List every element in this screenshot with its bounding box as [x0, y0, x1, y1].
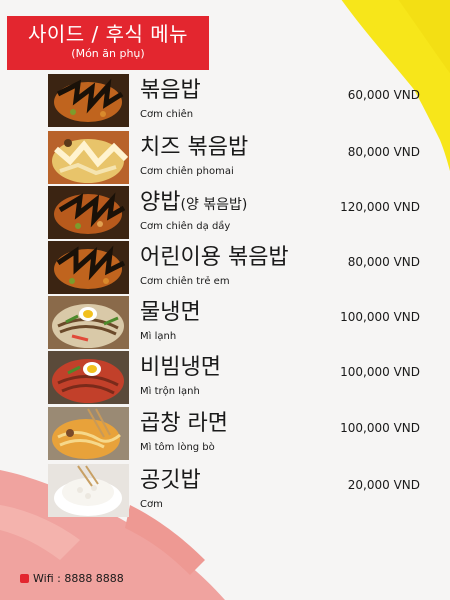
menu-item: 치즈 볶음밥 Cơm chiên phomai 80,000 VND: [48, 131, 428, 184]
item-name-korean: 어린이용 볶음밥: [140, 245, 289, 270]
item-name-korean: 양밥: [140, 190, 181, 215]
item-price: 20,000 VND: [347, 478, 420, 492]
item-name-vietnamese: Cơm chiên phomai: [140, 166, 234, 177]
menu-item: 곱창 라면 Mì tôm lòng bò 100,000 VND: [48, 407, 428, 460]
item-price: 100,000 VND: [340, 421, 420, 435]
menu-item: 물냉면 Mì lạnh 100,000 VND: [48, 296, 428, 349]
item-name-vietnamese: Cơm chiên dạ dầy: [140, 221, 231, 232]
item-name-vietnamese: Cơm chiên trẻ em: [140, 276, 230, 287]
menu-item: 어린이용 볶음밥 Cơm chiên trẻ em 80,000 VND: [48, 241, 428, 294]
item-price: 80,000 VND: [347, 255, 420, 269]
rice-bowl-photo: [48, 464, 129, 517]
item-price: 80,000 VND: [347, 145, 420, 159]
menu-item: 양밥(양 볶음밥) Cơm chiên dạ dầy 120,000 VND: [48, 186, 428, 239]
item-name-korean: 볶음밥: [140, 78, 201, 103]
item-name-vietnamese: Mì tôm lòng bò: [140, 442, 215, 453]
cheese-fried-rice-photo: [48, 131, 129, 184]
wifi-info: Wifi : 8888 8888: [20, 572, 124, 586]
menu-item: 볶음밥 Cơm chiên 60,000 VND: [48, 74, 428, 127]
item-name-korean: 비빔냉면: [140, 355, 221, 380]
menu-title-korean: 사이드 / 후식 메뉴: [27, 22, 189, 46]
menu-item: 비빔냉면 Mì trộn lạnh 100,000 VND: [48, 351, 428, 404]
item-name-vietnamese: Mì lạnh: [140, 331, 177, 342]
item-name-vietnamese: Cơm: [140, 499, 163, 510]
item-name-korean: 물냉면: [140, 300, 201, 325]
wifi-badge-icon: [20, 574, 29, 583]
tripe-ramen-photo: [48, 407, 129, 460]
item-price: 120,000 VND: [340, 200, 420, 214]
tripe-fried-rice-photo: [48, 186, 129, 239]
menu-title-vietnamese: (Món ăn phụ): [71, 47, 145, 60]
item-price: 100,000 VND: [340, 365, 420, 379]
item-name-vietnamese: Cơm chiên: [140, 109, 194, 120]
item-price: 100,000 VND: [340, 310, 420, 324]
menu-item: 공깃밥 Cơm 20,000 VND: [48, 464, 428, 517]
item-price: 60,000 VND: [347, 88, 420, 102]
cold-noodles-photo: [48, 296, 129, 349]
item-name-korean-sub: (양 볶음밥): [180, 197, 248, 213]
wifi-text: Wifi : 8888 8888: [33, 572, 124, 585]
item-name-vietnamese: Mì trộn lạnh: [140, 386, 200, 397]
item-name-korean: 치즈 볶음밥: [140, 135, 249, 160]
menu-header: 사이드 / 후식 메뉴 (Món ăn phụ): [7, 16, 209, 70]
kids-fried-rice-photo: [48, 241, 129, 294]
spicy-cold-noodles-photo: [48, 351, 129, 404]
fried-rice-photo: [48, 74, 129, 127]
item-name-korean: 공깃밥: [140, 468, 201, 493]
item-name-korean: 곱창 라면: [140, 411, 228, 436]
